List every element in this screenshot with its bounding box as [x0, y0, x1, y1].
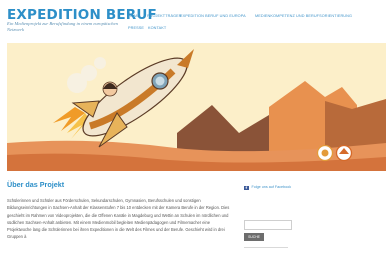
search-input[interactable]	[244, 220, 292, 230]
facebook-link[interactable]: f Folge uns auf Facebook	[244, 185, 304, 190]
article-title: Über das Projekt	[7, 180, 65, 189]
nav-item-presse[interactable]: PRESSE	[128, 26, 144, 30]
nav-item-kontakt[interactable]: KONTAKT	[148, 26, 166, 30]
rocket-illustration	[7, 49, 386, 171]
sidebar: f Folge uns auf Facebook SUCHE	[244, 185, 304, 248]
article-body: Schülerinnen und Schüler aus Förderschul…	[7, 198, 230, 240]
site-tagline: Ein Medienprojekt zur Berufsfindung in e…	[7, 21, 118, 32]
site-header: EXPEDITION BERUF Ein Medienprojekt zur B…	[0, 0, 386, 44]
nav-item-expedition-europa[interactable]: EXPEDITION BERUF UND EUROPA	[180, 14, 246, 18]
nav-item-medienkompetenz[interactable]: MEDIENKOMPETENZ UND BERUFSORIENTIERUNG	[255, 14, 352, 18]
header-banner	[7, 43, 386, 171]
nav-item-projekttraeger[interactable]: PROJEKTTRÄGER	[147, 14, 182, 18]
facebook-icon: f	[244, 185, 249, 190]
nav-item-home[interactable]: HOME	[128, 14, 140, 18]
search-button[interactable]: SUCHE	[244, 233, 264, 241]
facebook-label[interactable]: Folge uns auf Facebook	[252, 185, 292, 190]
sidebar-divider	[244, 247, 288, 248]
